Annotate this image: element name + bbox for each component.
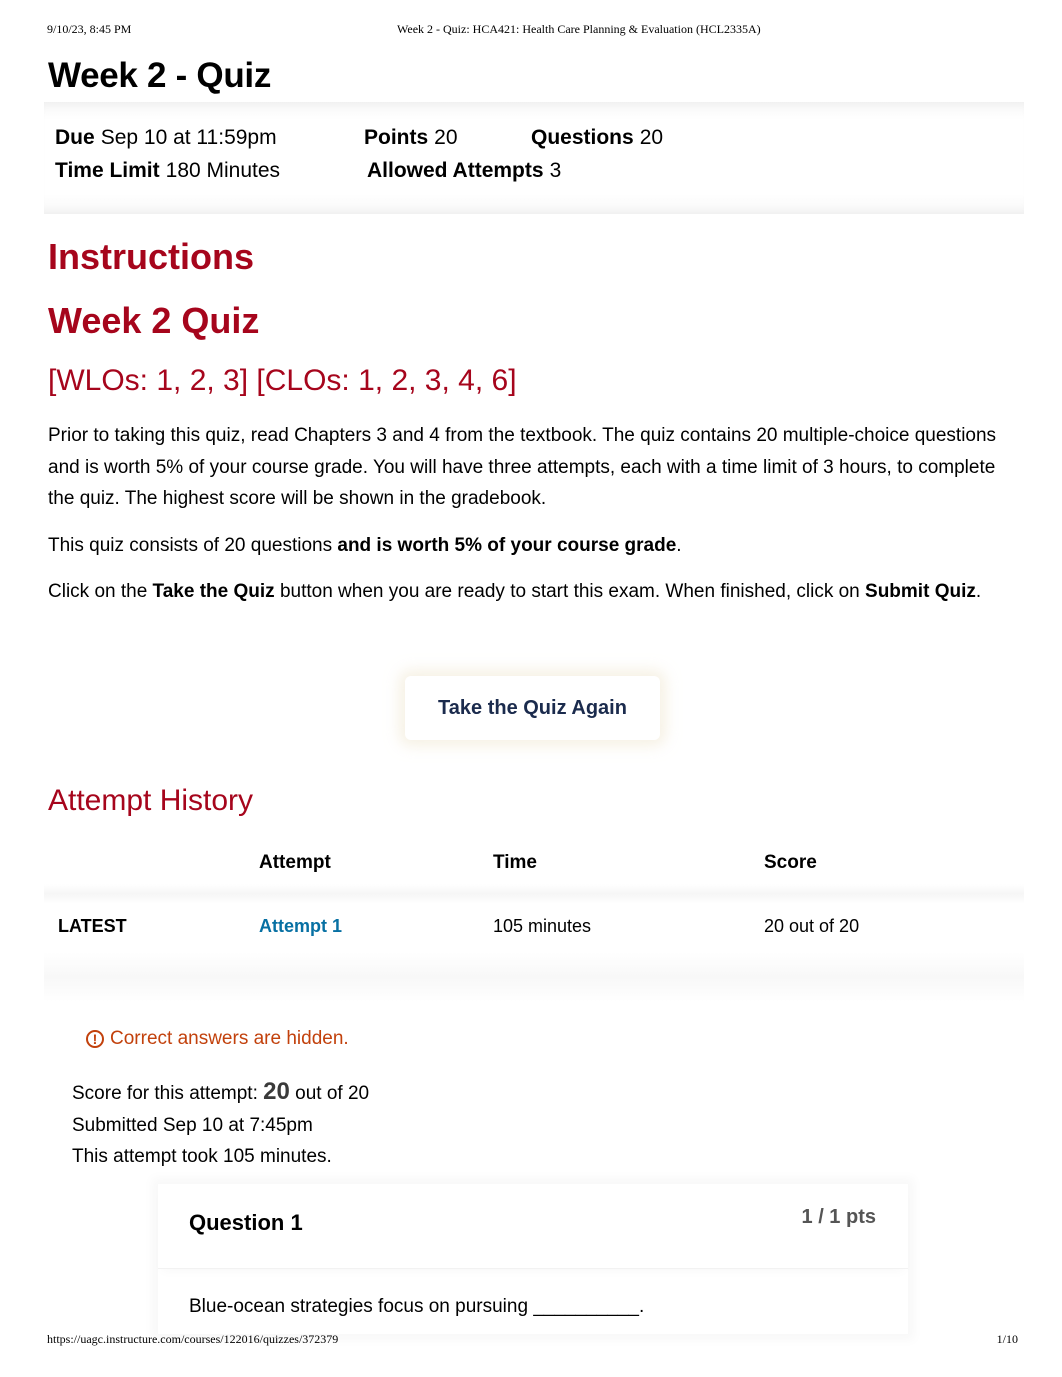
allowed-attempts-label: Allowed Attempts (367, 159, 544, 182)
page-number: 1/10 (996, 1332, 1018, 1346)
column-header-attempt: Attempt (259, 852, 331, 873)
submitted-line: Submitted Sep 10 at 7:45pm (72, 1114, 313, 1136)
instructions-paragraph-1: Prior to taking this quiz, read Chapters… (48, 425, 997, 509)
questions-count: Questions 20 (531, 126, 663, 150)
duration-line: This attempt took 105 minutes. (72, 1146, 332, 1167)
due-label: Due (55, 126, 95, 149)
score-total: out of 20 (295, 1083, 370, 1104)
question-header: Question 1 1 / 1 pts (158, 1184, 908, 1269)
attempt-history-heading: Attempt History (48, 784, 254, 817)
text: . (676, 535, 682, 556)
text: . (975, 581, 982, 602)
warning-circle-icon: ! (86, 1030, 104, 1048)
print-footer: https://uagc.instructure.com/courses/122… (47, 1332, 1018, 1350)
latest-tag: LATEST (58, 916, 127, 936)
answers-hidden-notice: ! Correct answers are hidden. (86, 1028, 349, 1050)
notice-text: Correct answers are hidden. (110, 1028, 349, 1049)
questions-label: Questions (531, 126, 634, 149)
points-label: Points (364, 126, 429, 149)
time-limit-label: Time Limit (55, 159, 160, 182)
bold-text: Take the Quiz (152, 581, 275, 602)
table-divider (44, 952, 1024, 1002)
print-header: 9/10/23, 8:45 PM Week 2 - Quiz: HCA421: … (47, 22, 1018, 40)
question-points: 1 / 1 pts (801, 1206, 876, 1228)
take-quiz-again-button[interactable]: Take the Quiz Again (405, 676, 660, 740)
time-limit-value: 180 Minutes (165, 159, 281, 182)
quiz-details: Due Sep 10 at 11:59pm Points 20 Questions 2… (44, 102, 1024, 214)
table-divider (44, 884, 1024, 904)
points: Points 20 (364, 126, 458, 150)
question-card: Question 1 1 / 1 pts Blue-ocean strategi… (158, 1184, 908, 1334)
print-document-title: Week 2 - Quiz: HCA421: Health Care Plann… (397, 22, 761, 36)
instructions-paragraph-3: Click on the Take the Quiz button when y… (48, 576, 1008, 608)
text: button when you are ready to start this … (274, 581, 866, 602)
due-date: Due Sep 10 at 11:59pm (55, 126, 277, 150)
attempt-1-link[interactable]: Attempt 1 (259, 916, 342, 937)
print-datetime: 9/10/23, 8:45 PM (47, 22, 132, 36)
text: This quiz consists of 20 questions (48, 535, 338, 556)
bold-text: and is worth 5% of your course grade (337, 535, 677, 556)
attempt-time: 105 minutes (493, 916, 592, 936)
points-value: 20 (434, 126, 458, 149)
question-text: Blue-ocean strategies focus on pursuing … (189, 1296, 645, 1317)
quiz-subheading: Week 2 Quiz (48, 300, 260, 341)
score-line: Score for this attempt: 20 out of 20 (72, 1076, 369, 1110)
page-title: Week 2 - Quiz (48, 56, 272, 95)
questions-value: 20 (639, 126, 664, 149)
question-title: Question 1 (189, 1210, 303, 1235)
print-url: https://uagc.instructure.com/courses/122… (47, 1332, 339, 1346)
learning-outcomes: [WLOs: 1, 2, 3] [CLOs: 1, 2, 3, 4, 6] (48, 364, 517, 397)
allowed-attempts: Allowed Attempts 3 (367, 159, 561, 183)
instructions-paragraph-2: This quiz consists of 20 questions and i… (48, 530, 1008, 562)
attempt-summary: Score for this attempt: 20 out of 20 Sub… (72, 1076, 369, 1173)
column-header-score: Score (764, 852, 817, 873)
score-label: Score for this attempt: (72, 1083, 258, 1104)
time-limit: Time Limit 180 Minutes (55, 159, 280, 183)
attempt-score: 20 out of 20 (764, 916, 860, 936)
due-value: Sep 10 at 11:59pm (100, 126, 277, 149)
text: Click on the (48, 581, 153, 602)
instructions-heading: Instructions (48, 236, 255, 277)
bold-text: Submit Quiz (865, 581, 976, 602)
column-header-time: Time (493, 852, 538, 873)
score-value: 20 (263, 1078, 290, 1105)
allowed-attempts-value: 3 (549, 159, 562, 182)
